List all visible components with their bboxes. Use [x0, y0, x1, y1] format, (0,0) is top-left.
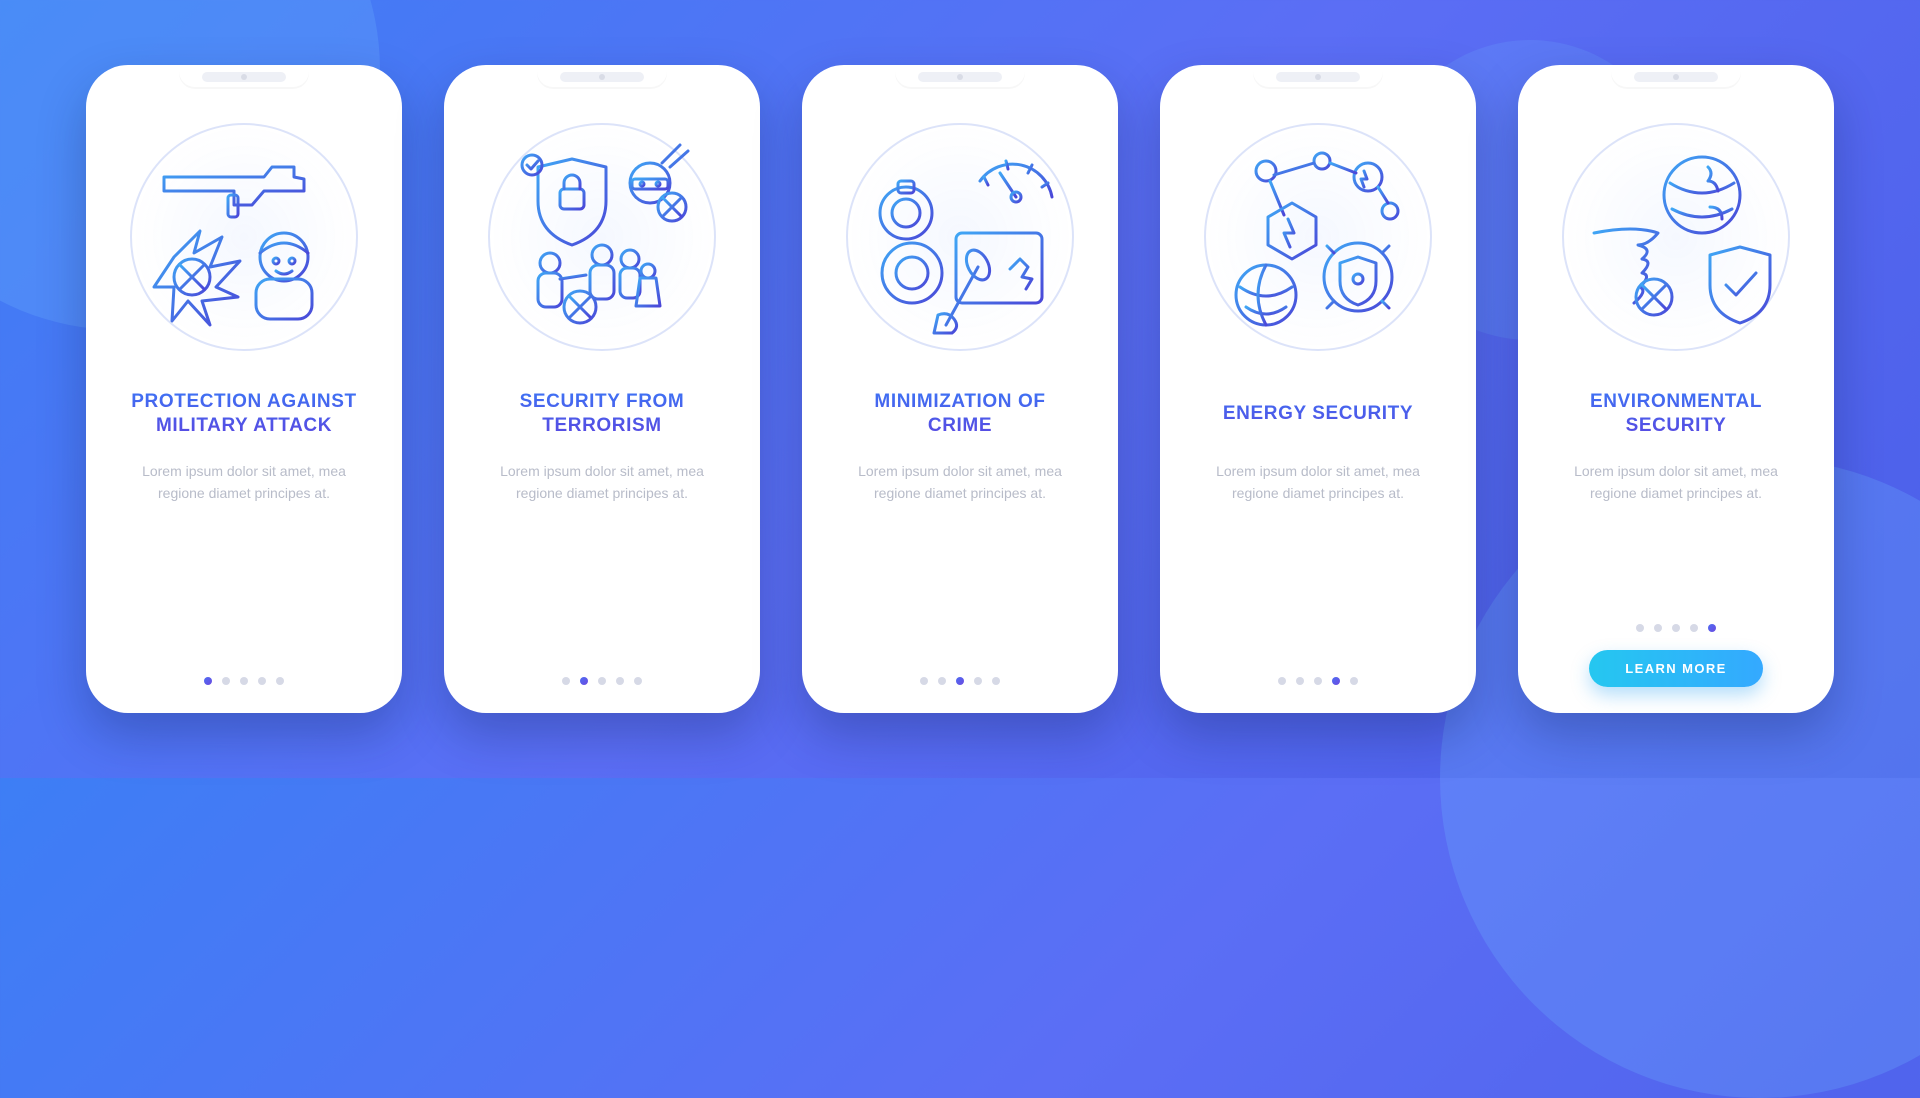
page-dot[interactable] [1708, 624, 1716, 632]
phone-screen-4: ENERGY SECURITY Lorem ipsum dolor sit am… [1160, 65, 1476, 713]
page-dot[interactable] [1332, 677, 1340, 685]
crime-illustration [844, 121, 1076, 353]
screen-body: Lorem ipsum dolor sit amet, mea regione … [1199, 461, 1437, 504]
page-indicator [1278, 677, 1358, 685]
screen-body: Lorem ipsum dolor sit amet, mea regione … [483, 461, 721, 504]
page-dot[interactable] [920, 677, 928, 685]
page-dot[interactable] [616, 677, 624, 685]
phone-screen-5: ENVIRONMENTAL SECURITY Lorem ipsum dolor… [1518, 65, 1834, 713]
phone-notch [202, 72, 286, 82]
page-dot[interactable] [956, 677, 964, 685]
page-dot[interactable] [992, 677, 1000, 685]
environmental-illustration [1560, 121, 1792, 353]
terrorism-illustration [486, 121, 718, 353]
screen-title: MINIMIZATION OF CRIME [840, 389, 1080, 439]
page-dot[interactable] [1350, 677, 1358, 685]
phone-notch [918, 72, 1002, 82]
page-dot[interactable] [258, 677, 266, 685]
phone-screen-1: PROTECTION AGAINST MILITARY ATTACK Lorem… [86, 65, 402, 713]
page-dot[interactable] [938, 677, 946, 685]
screen-body: Lorem ipsum dolor sit amet, mea regione … [841, 461, 1079, 504]
page-dot[interactable] [204, 677, 212, 685]
phone-notch [560, 72, 644, 82]
page-indicator [1636, 624, 1716, 632]
page-dot[interactable] [580, 677, 588, 685]
learn-more-button[interactable]: LEARN MORE [1589, 650, 1762, 687]
page-dot[interactable] [222, 677, 230, 685]
page-dot[interactable] [276, 677, 284, 685]
page-indicator [920, 677, 1000, 685]
screen-title: PROTECTION AGAINST MILITARY ATTACK [124, 389, 364, 439]
screen-title: SECURITY FROM TERRORISM [482, 389, 722, 439]
screen-title: ENERGY SECURITY [1223, 389, 1413, 439]
page-dot[interactable] [634, 677, 642, 685]
page-dot[interactable] [1690, 624, 1698, 632]
phone-screen-3: MINIMIZATION OF CRIME Lorem ipsum dolor … [802, 65, 1118, 713]
onboarding-phone-row: PROTECTION AGAINST MILITARY ATTACK Lorem… [86, 65, 1834, 713]
phone-notch [1276, 72, 1360, 82]
military-attack-illustration [128, 121, 360, 353]
screen-body: Lorem ipsum dolor sit amet, mea regione … [1557, 461, 1795, 504]
phone-notch [1634, 72, 1718, 82]
page-dot[interactable] [1636, 624, 1644, 632]
page-dot[interactable] [1672, 624, 1680, 632]
phone-screen-2: SECURITY FROM TERRORISM Lorem ipsum dolo… [444, 65, 760, 713]
page-dot[interactable] [1278, 677, 1286, 685]
page-dot[interactable] [562, 677, 570, 685]
page-indicator [562, 677, 642, 685]
page-dot[interactable] [1314, 677, 1322, 685]
energy-illustration [1202, 121, 1434, 353]
page-dot[interactable] [598, 677, 606, 685]
page-indicator [204, 677, 284, 685]
screen-title: ENVIRONMENTAL SECURITY [1556, 389, 1796, 439]
page-dot[interactable] [974, 677, 982, 685]
page-dot[interactable] [240, 677, 248, 685]
page-dot[interactable] [1654, 624, 1662, 632]
page-dot[interactable] [1296, 677, 1304, 685]
screen-body: Lorem ipsum dolor sit amet, mea regione … [125, 461, 363, 504]
